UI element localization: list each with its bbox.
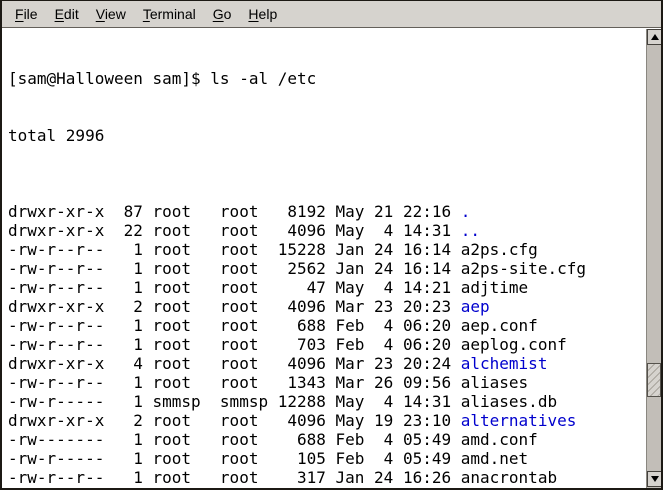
file-name: a2ps-site.cfg <box>461 259 586 278</box>
menu-item-label: E <box>55 6 64 22</box>
terminal-row: -rw-r--r-- 1 root root 317 Jan 24 16:26 … <box>8 468 646 487</box>
menu-item-edit[interactable]: Edit <box>54 4 80 24</box>
file-attributes: -rw-r--r-- 1 root root 47 May 4 14:21 <box>8 278 461 297</box>
menu-bar: File Edit View Terminal Go Help <box>2 1 661 28</box>
terminal-row: drwxr-xr-x 87 root root 8192 May 21 22:1… <box>8 202 646 221</box>
file-name: adjtime <box>461 278 528 297</box>
menu-item-label: T <box>143 6 150 22</box>
menu-item-label: iew <box>105 6 126 22</box>
terminal-row: -rw-r--r-- 1 root root 1343 Mar 26 09:56… <box>8 373 646 392</box>
menu-item-label: ile <box>24 6 38 22</box>
menu-item-terminal[interactable]: Terminal <box>142 4 197 24</box>
menu-item-view[interactable]: View <box>95 4 127 24</box>
file-name: amd.net <box>461 449 528 468</box>
arrow-up-icon <box>651 34 659 40</box>
file-attributes: -rw-r----- 1 root root 105 Feb 4 05:49 <box>8 449 461 468</box>
file-name: . <box>461 202 471 221</box>
terminal-pane: [sam@Halloween sam]$ ls -al /etc total 2… <box>2 29 661 488</box>
terminal-output[interactable]: [sam@Halloween sam]$ ls -al /etc total 2… <box>2 29 646 488</box>
file-attributes: -rw-r--r-- 1 root root 15228 Jan 24 16:1… <box>8 240 461 259</box>
menu-item-label: erminal <box>150 6 196 22</box>
menu-item-go[interactable]: Go <box>212 4 233 24</box>
arrow-down-icon <box>651 476 659 482</box>
terminal-row: -rw-r--r-- 1 root root 703 Feb 4 06:20 a… <box>8 335 646 354</box>
scroll-up-button[interactable] <box>647 29 662 45</box>
terminal-row: drwxr-xr-x 2 root root 4096 Mar 23 20:23… <box>8 297 646 316</box>
file-name: aep <box>461 297 490 316</box>
file-attributes: drwxr-xr-x 87 root root 8192 May 21 22:1… <box>8 202 461 221</box>
terminal-row: -rw-r----- 1 smmsp smmsp 12288 May 4 14:… <box>8 392 646 411</box>
terminal-row: drwxr-xr-x 3 root root 4096 Mar 23 20:59… <box>8 487 646 488</box>
file-attributes: -rw-r--r-- 1 root root 688 Feb 4 06:20 <box>8 316 461 335</box>
menu-item-label: G <box>213 6 224 22</box>
menu-item-help[interactable]: Help <box>247 4 278 24</box>
file-name: alchemist <box>461 354 548 373</box>
file-name: atalk <box>461 487 509 488</box>
file-name: aliases.db <box>461 392 557 411</box>
terminal-row: drwxr-xr-x 4 root root 4096 Mar 23 20:24… <box>8 354 646 373</box>
file-attributes: -rw-r--r-- 1 root root 1343 Mar 26 09:56 <box>8 373 461 392</box>
scrollbar-thumb[interactable] <box>647 363 661 397</box>
menu-item-label: o <box>224 6 232 22</box>
menu-item-file[interactable]: File <box>14 4 39 24</box>
file-attributes: drwxr-xr-x 2 root root 4096 May 19 23:10 <box>8 411 461 430</box>
terminal-row: -rw-r--r-- 1 root root 2562 Jan 24 16:14… <box>8 259 646 278</box>
file-attributes: -rw-r--r-- 1 root root 703 Feb 4 06:20 <box>8 335 461 354</box>
file-attributes: drwxr-xr-x 22 root root 4096 May 4 14:31 <box>8 221 461 240</box>
menu-item-label: V <box>96 6 105 22</box>
file-name: a2ps.cfg <box>461 240 538 259</box>
file-attributes: -rw------- 1 root root 688 Feb 4 05:49 <box>8 430 461 449</box>
terminal-row: -rw------- 1 root root 688 Feb 4 05:49 a… <box>8 430 646 449</box>
file-name: alternatives <box>461 411 577 430</box>
file-name: amd.conf <box>461 430 538 449</box>
terminal-window: File Edit View Terminal Go Help [sam@Hal… <box>0 0 663 490</box>
terminal-row: -rw-r--r-- 1 root root 15228 Jan 24 16:1… <box>8 240 646 259</box>
file-name: anacrontab <box>461 468 557 487</box>
scrollbar[interactable] <box>646 29 661 488</box>
menu-item-label: dit <box>64 6 79 22</box>
total-line: total 2996 <box>8 126 646 145</box>
file-name: aep.conf <box>461 316 538 335</box>
terminal-row: drwxr-xr-x 22 root root 4096 May 4 14:31… <box>8 221 646 240</box>
file-name: .. <box>461 221 480 240</box>
menu-item-label: H <box>248 6 258 22</box>
terminal-row: -rw-r--r-- 1 root root 688 Feb 4 06:20 a… <box>8 316 646 335</box>
shell-prompt-line: [sam@Halloween sam]$ ls -al /etc <box>8 69 646 88</box>
file-name: aeplog.conf <box>461 335 567 354</box>
terminal-row: drwxr-xr-x 2 root root 4096 May 19 23:10… <box>8 411 646 430</box>
menu-item-label: elp <box>259 6 278 22</box>
menu-item-label: F <box>15 6 24 22</box>
file-attributes: -rw-r----- 1 smmsp smmsp 12288 May 4 14:… <box>8 392 461 411</box>
file-attributes: -rw-r--r-- 1 root root 317 Jan 24 16:26 <box>8 468 461 487</box>
file-attributes: drwxr-xr-x 4 root root 4096 Mar 23 20:24 <box>8 354 461 373</box>
file-attributes: drwxr-xr-x 3 root root 4096 Mar 23 20:59 <box>8 487 461 488</box>
terminal-row: -rw-r--r-- 1 root root 47 May 4 14:21 ad… <box>8 278 646 297</box>
file-attributes: drwxr-xr-x 2 root root 4096 Mar 23 20:23 <box>8 297 461 316</box>
terminal-row: -rw-r----- 1 root root 105 Feb 4 05:49 a… <box>8 449 646 468</box>
file-attributes: -rw-r--r-- 1 root root 2562 Jan 24 16:14 <box>8 259 461 278</box>
scroll-down-button[interactable] <box>647 471 662 487</box>
file-name: aliases <box>461 373 528 392</box>
